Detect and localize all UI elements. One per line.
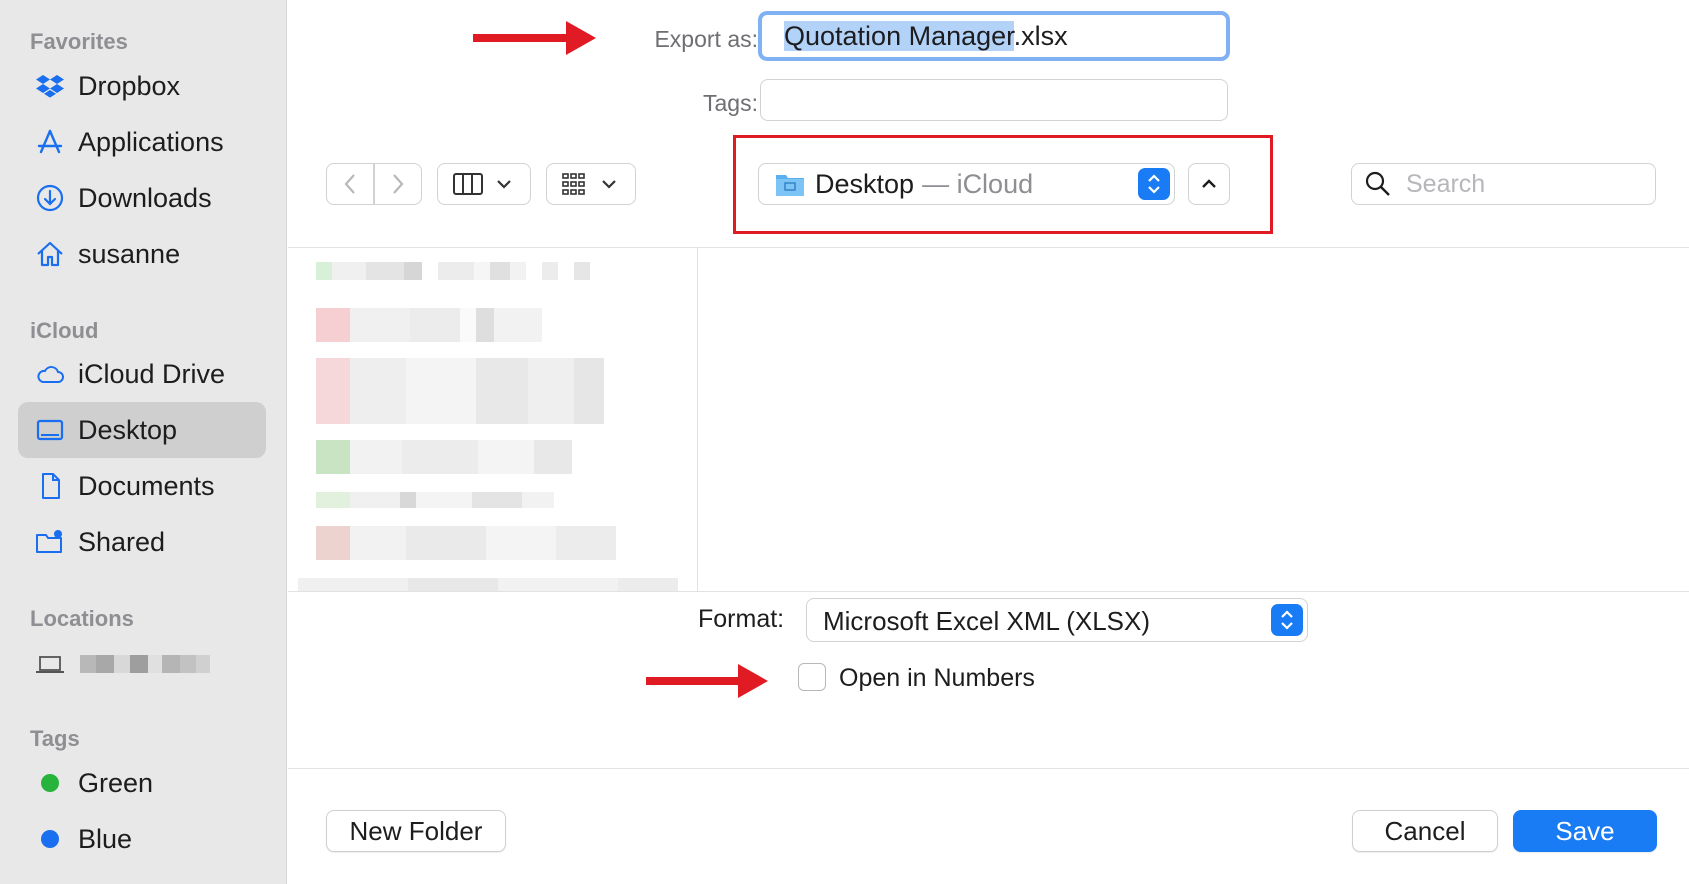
- redacted-file-row[interactable]: [316, 308, 542, 342]
- search-icon: [1365, 171, 1390, 196]
- new-folder-button[interactable]: New Folder: [326, 810, 506, 852]
- sidebar-item-location[interactable]: [18, 636, 266, 692]
- location-name: Desktop: [815, 168, 915, 199]
- sidebar-item-desktop[interactable]: Desktop: [18, 402, 266, 458]
- location-popup[interactable]: Desktop — iCloud: [758, 163, 1175, 205]
- sidebar-section-icloud: iCloud: [30, 318, 99, 343]
- sidebar-item-documents[interactable]: Documents: [18, 458, 266, 514]
- search-input[interactable]: [1406, 169, 1646, 199]
- redacted-file-row[interactable]: [316, 440, 572, 474]
- open-in-numbers-label[interactable]: Open in Numbers: [839, 664, 1035, 693]
- home-icon: [34, 238, 66, 270]
- format-value: Microsoft Excel XML (XLSX): [823, 606, 1151, 636]
- location-suffix: — iCloud: [922, 168, 1034, 199]
- save-button[interactable]: Save: [1513, 810, 1657, 852]
- redacted-location-name: [80, 655, 210, 673]
- popup-stepper-icon: [1138, 168, 1170, 200]
- sidebar-item-icloud-drive[interactable]: iCloud Drive: [18, 346, 266, 402]
- sidebar-item-label: Shared: [78, 526, 166, 557]
- sidebar-item-label: Desktop: [78, 414, 178, 445]
- cloud-icon: [34, 358, 66, 390]
- sidebar-item-shared[interactable]: Shared: [18, 514, 266, 570]
- file-list-column: [288, 248, 698, 591]
- filename-extension: .xlsx: [1013, 21, 1068, 51]
- sidebar-tag-green[interactable]: Green: [18, 755, 266, 811]
- popup-stepper-icon: [1271, 604, 1303, 636]
- desktop-folder-icon: [776, 175, 804, 196]
- tag-color-icon: [34, 823, 66, 855]
- annotation-arrow: [646, 664, 768, 698]
- footer-divider: [288, 768, 1689, 769]
- back-button[interactable]: [326, 163, 374, 205]
- tags-label: Tags:: [703, 90, 758, 116]
- chevron-right-icon: [393, 174, 404, 194]
- tag-color-icon: [34, 767, 66, 799]
- collapse-button[interactable]: [1188, 163, 1230, 205]
- chevron-left-icon: [344, 174, 355, 194]
- export-filename-input[interactable]: Quotation Manager.xlsx: [758, 11, 1230, 61]
- icon-grid-icon: [562, 173, 616, 195]
- dropbox-icon: [34, 70, 66, 102]
- filename-selected-text: Quotation Manager: [784, 21, 1014, 51]
- sidebar-item-label: susanne: [78, 238, 181, 269]
- sidebar-section-tags: Tags: [30, 726, 80, 751]
- document-icon: [34, 470, 66, 502]
- sidebar-section-locations: Locations: [30, 606, 134, 631]
- sidebar-item-downloads[interactable]: Downloads: [18, 170, 266, 226]
- sidebar-item-label: Documents: [78, 470, 215, 501]
- downloads-icon: [34, 182, 66, 214]
- desktop-icon: [34, 414, 66, 446]
- sidebar-item-label: Dropbox: [78, 70, 181, 101]
- columns-view-icon: [453, 173, 511, 195]
- forward-button[interactable]: [374, 163, 422, 205]
- save-dialog: Export as: Quotation Manager.xlsx Tags: …: [288, 0, 1689, 884]
- view-columns-button[interactable]: [437, 163, 531, 205]
- group-view-button[interactable]: [546, 163, 636, 205]
- sidebar-tag-blue[interactable]: Blue: [18, 811, 266, 867]
- laptop-icon: [34, 648, 66, 680]
- sidebar-item-label: Downloads: [78, 182, 212, 213]
- format-popup[interactable]: Microsoft Excel XML (XLSX): [806, 598, 1308, 642]
- sidebar-item-applications[interactable]: Applications: [18, 114, 266, 170]
- open-in-numbers-checkbox[interactable]: [798, 663, 826, 691]
- export-as-label: Export as:: [654, 26, 758, 52]
- chevron-up-icon: [1202, 179, 1216, 188]
- applications-icon: [34, 126, 66, 158]
- redacted-file-row[interactable]: [316, 262, 590, 280]
- format-label: Format:: [698, 605, 785, 633]
- sidebar-item-label: iCloud Drive: [78, 358, 226, 389]
- shared-folder-icon: [34, 526, 66, 558]
- sidebar-item-label: Applications: [78, 126, 224, 157]
- redacted-file-row[interactable]: [316, 358, 604, 424]
- redacted-file-row[interactable]: [316, 526, 616, 560]
- cancel-button[interactable]: Cancel: [1352, 810, 1498, 852]
- sidebar-item-susanne[interactable]: susanne: [18, 226, 266, 282]
- sidebar-item-label: Green: [78, 767, 154, 798]
- redacted-file-row[interactable]: [298, 578, 678, 591]
- sidebar-item-dropbox[interactable]: Dropbox: [18, 58, 266, 114]
- file-browser: [288, 247, 1689, 592]
- sidebar-item-label: Blue: [78, 823, 133, 854]
- sidebar-section-favorites: Favorites: [30, 29, 128, 54]
- search-field[interactable]: [1351, 163, 1656, 205]
- redacted-file-row[interactable]: [316, 492, 554, 508]
- tags-input[interactable]: [760, 79, 1228, 121]
- annotation-arrow: [473, 21, 596, 55]
- sidebar: Favorites Dropbox Applications Downloads…: [0, 0, 287, 884]
